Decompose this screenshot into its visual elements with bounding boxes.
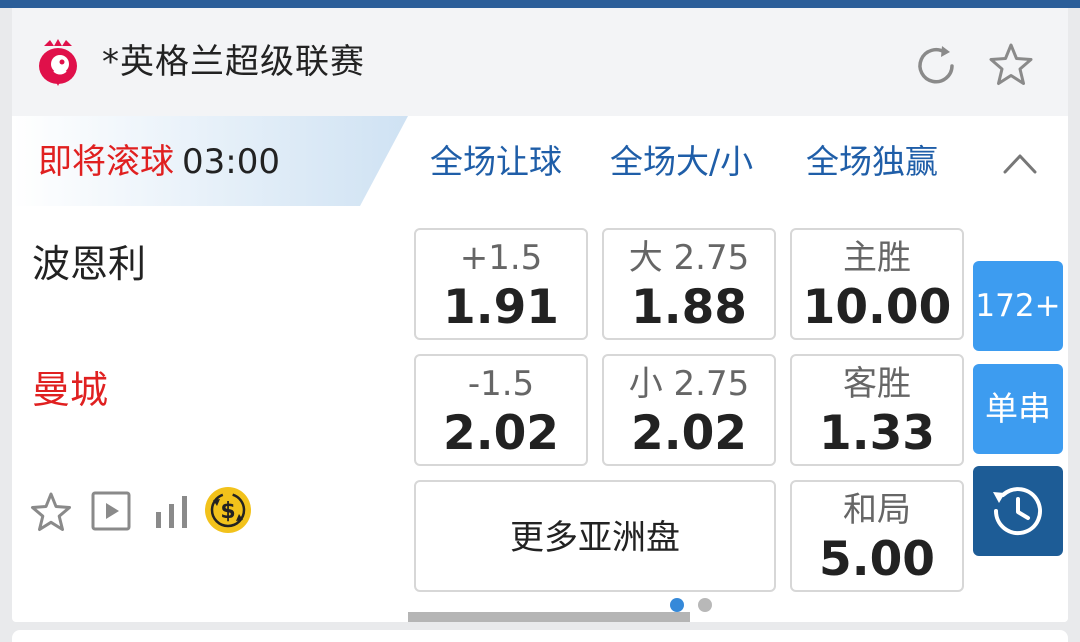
- svg-text:$: $: [220, 499, 235, 524]
- odds-value: 1.33: [819, 406, 935, 461]
- odds-value: 10.00: [802, 280, 952, 335]
- single-parlay-button[interactable]: 单串: [973, 364, 1063, 454]
- video-play-icon[interactable]: [90, 490, 132, 532]
- odds-value: 1.91: [443, 280, 559, 335]
- odds-label: 和局: [843, 490, 911, 530]
- refresh-icon[interactable]: [912, 42, 960, 90]
- tab-full-handicap[interactable]: 全场让球: [430, 140, 562, 184]
- countdown-time: 03:00: [182, 142, 280, 182]
- odds-label: 客胜: [843, 364, 911, 404]
- odds-value: 2.02: [631, 406, 747, 461]
- tab-full-over-under[interactable]: 全场大/小: [610, 140, 753, 184]
- odds-label: -1.5: [467, 364, 535, 404]
- odds-handicap-away[interactable]: -1.5 2.02: [414, 354, 588, 466]
- favorite-star-icon[interactable]: [986, 40, 1036, 90]
- cash-out-icon[interactable]: $: [204, 486, 252, 534]
- status-label: 即将滚球: [38, 142, 174, 182]
- odds-home-win[interactable]: 主胜 10.00: [790, 228, 964, 340]
- page-dot-2[interactable]: [698, 598, 712, 612]
- status-text: 即将滚球 03:00: [38, 142, 280, 182]
- odds-label: +1.5: [459, 238, 543, 278]
- odds-value: 1.88: [631, 280, 747, 335]
- odds-draw[interactable]: 和局 5.00: [790, 480, 964, 592]
- league-name: *英格兰超级联赛: [102, 42, 365, 82]
- next-card-peek: [12, 630, 1068, 642]
- more-markets-button[interactable]: 172+: [973, 261, 1063, 351]
- odds-value: 5.00: [819, 532, 935, 587]
- top-accent-bar: [0, 0, 1080, 8]
- lion-crest-icon: [36, 38, 80, 88]
- more-asian-handicap-label: 更多亚洲盘: [510, 518, 680, 558]
- odds-label: 小 2.75: [628, 364, 750, 404]
- history-button[interactable]: [973, 466, 1063, 556]
- tab-full-moneyline[interactable]: 全场独赢: [806, 140, 938, 184]
- chevron-up-icon[interactable]: [1002, 148, 1038, 178]
- match-card: *英格兰超级联赛 即将滚球 03:00 全场让球 全场大/小 全场独赢 波恩利 …: [12, 8, 1068, 622]
- odds-handicap-home[interactable]: +1.5 1.91: [414, 228, 588, 340]
- away-team-name: 曼城: [32, 368, 109, 412]
- stats-bars-icon[interactable]: [152, 492, 192, 532]
- star-outline-icon[interactable]: [28, 490, 74, 536]
- more-asian-handicap-button[interactable]: 更多亚洲盘: [414, 480, 776, 592]
- home-team-name: 波恩利: [32, 242, 147, 286]
- odds-value: 2.02: [443, 406, 559, 461]
- odds-away-win[interactable]: 客胜 1.33: [790, 354, 964, 466]
- odds-label: 主胜: [843, 238, 911, 278]
- match-status-banner: 即将滚球 03:00: [12, 116, 412, 206]
- odds-label: 大 2.75: [628, 238, 750, 278]
- odds-under[interactable]: 小 2.75 2.02: [602, 354, 776, 466]
- league-header: *英格兰超级联赛: [12, 8, 1068, 116]
- odds-over[interactable]: 大 2.75 1.88: [602, 228, 776, 340]
- horizontal-scroll-thumb[interactable]: [408, 612, 690, 622]
- page-dot-1[interactable]: [670, 598, 684, 612]
- clock-history-icon: [993, 487, 1042, 536]
